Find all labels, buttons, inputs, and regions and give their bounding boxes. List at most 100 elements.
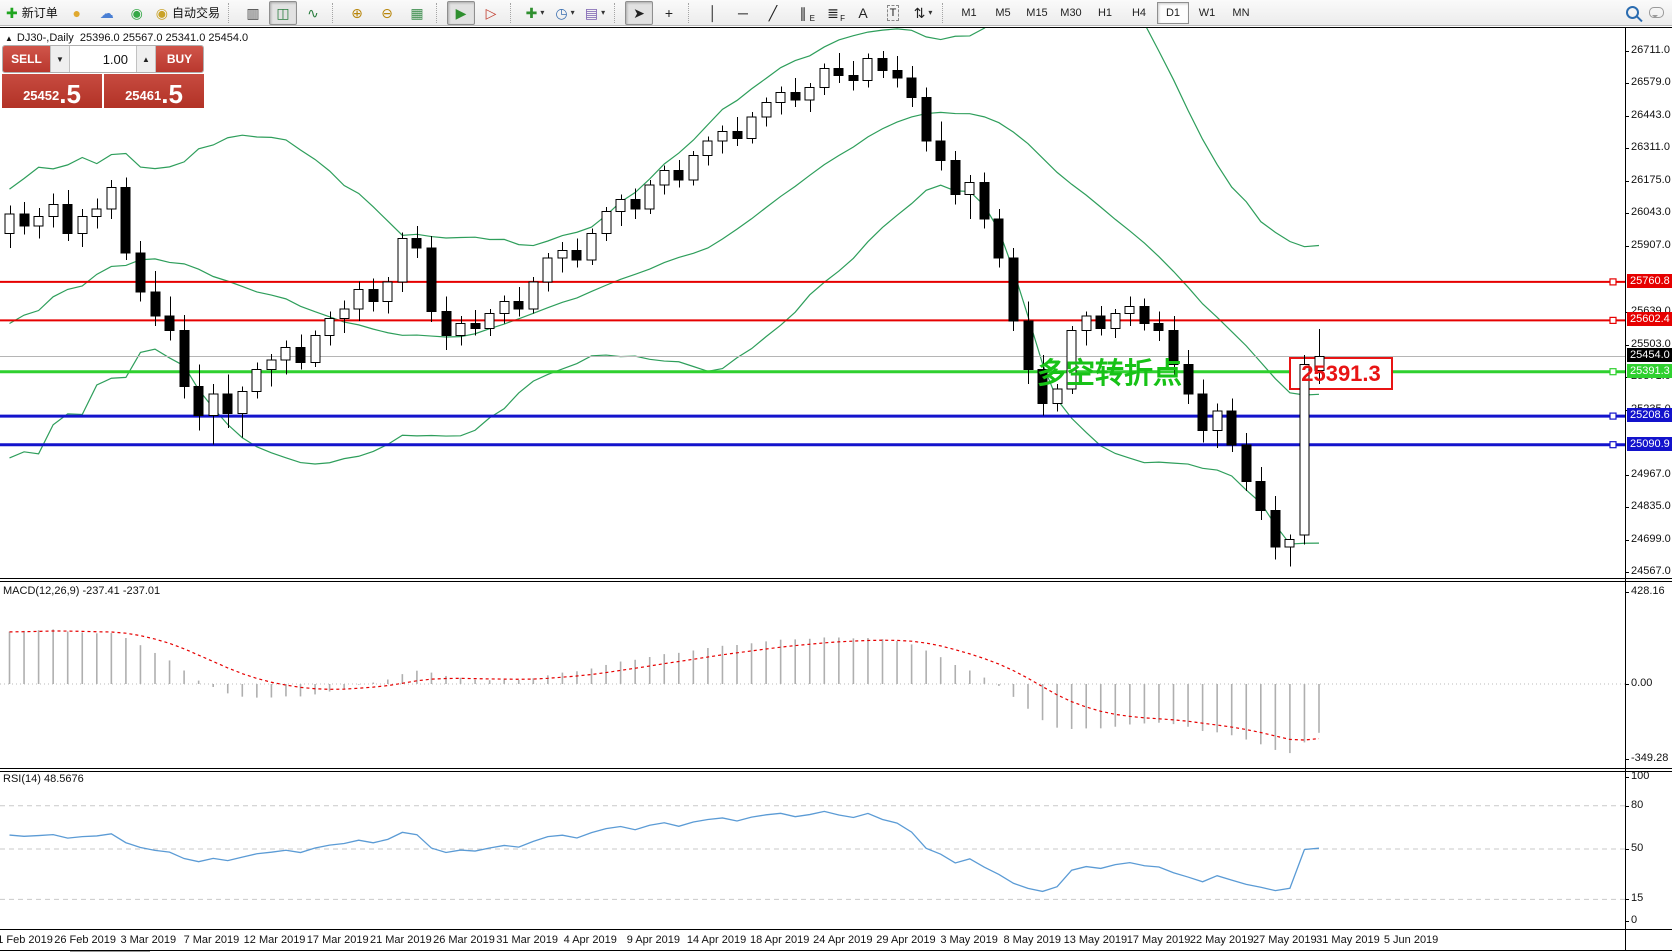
- candle-bullish[interactable]: [558, 251, 567, 258]
- candle-bearish[interactable]: [296, 348, 305, 363]
- volume-increase-button[interactable]: ▲: [136, 46, 156, 72]
- timeframe-d1[interactable]: D1: [1157, 2, 1189, 24]
- buy-button[interactable]: BUY: [156, 46, 203, 72]
- cursor-button[interactable]: ➤: [625, 1, 653, 25]
- candle-bullish[interactable]: [500, 302, 509, 314]
- candle-bearish[interactable]: [136, 253, 145, 292]
- candle-bearish[interactable]: [951, 161, 960, 195]
- candle-bearish[interactable]: [572, 251, 581, 261]
- candle-bearish[interactable]: [427, 248, 436, 311]
- candle-bearish[interactable]: [893, 71, 902, 78]
- candle-bearish[interactable]: [369, 289, 378, 301]
- candle-bullish[interactable]: [529, 282, 538, 309]
- line-chart-icon[interactable]: ∿: [299, 1, 327, 25]
- candle-bearish[interactable]: [631, 199, 640, 209]
- candle-bullish[interactable]: [107, 187, 116, 209]
- candle-bullish[interactable]: [762, 102, 771, 117]
- candle-bullish[interactable]: [587, 233, 596, 260]
- candle-bullish[interactable]: [689, 156, 698, 180]
- candle-bullish[interactable]: [78, 216, 87, 233]
- arrows-button[interactable]: ⇅▾: [909, 1, 937, 25]
- chart-shift-button[interactable]: ▷: [477, 1, 505, 25]
- candle-bullish[interactable]: [1285, 540, 1294, 547]
- candle-bullish[interactable]: [209, 394, 218, 416]
- candle-bullish[interactable]: [660, 170, 669, 185]
- candle-bearish[interactable]: [121, 187, 130, 253]
- candle-bearish[interactable]: [223, 394, 232, 413]
- candle-bullish[interactable]: [1213, 411, 1222, 430]
- dropdown-caret-icon[interactable]: ▾: [601, 8, 605, 17]
- candle-bullish[interactable]: [456, 323, 465, 335]
- collapse-icon[interactable]: ▲: [5, 34, 13, 43]
- sell-button[interactable]: SELL: [3, 46, 50, 72]
- candle-bearish[interactable]: [1256, 481, 1265, 510]
- candle-bearish[interactable]: [733, 131, 742, 138]
- candle-bearish[interactable]: [1154, 323, 1163, 330]
- timeframe-m30[interactable]: M30: [1055, 2, 1087, 24]
- candle-bearish[interactable]: [849, 76, 858, 81]
- volume-decrease-button[interactable]: ▼: [50, 46, 70, 72]
- candle-bearish[interactable]: [165, 316, 174, 331]
- candle-bearish[interactable]: [151, 292, 160, 316]
- candle-bearish[interactable]: [834, 68, 843, 75]
- tile-windows-icon[interactable]: ▦: [403, 1, 431, 25]
- fibonacci-button[interactable]: ≣F: [819, 1, 847, 25]
- candle-bullish[interactable]: [747, 117, 756, 139]
- search-icon[interactable]: [1626, 6, 1639, 19]
- gold-ingot-icon[interactable]: ●: [63, 1, 91, 25]
- candlestick-icon[interactable]: ◫: [269, 1, 297, 25]
- candle-bearish[interactable]: [471, 323, 480, 328]
- sell-quote[interactable]: 25452 .5: [2, 74, 102, 108]
- candle-bearish[interactable]: [1198, 394, 1207, 430]
- candle-bullish[interactable]: [340, 309, 349, 319]
- candle-bearish[interactable]: [1227, 411, 1236, 445]
- zoom-out-icon[interactable]: ⊖: [373, 1, 401, 25]
- candle-bearish[interactable]: [1242, 445, 1251, 481]
- candle-bullish[interactable]: [383, 282, 392, 301]
- candle-bearish[interactable]: [514, 302, 523, 309]
- candle-bullish[interactable]: [820, 68, 829, 87]
- candle-bullish[interactable]: [267, 360, 276, 370]
- text-button[interactable]: A: [849, 1, 877, 25]
- auto-scroll-button[interactable]: ▶: [447, 1, 475, 25]
- bar-chart-icon[interactable]: ▥: [239, 1, 267, 25]
- zoom-in-icon[interactable]: ⊕: [343, 1, 371, 25]
- timeframe-m1[interactable]: M1: [953, 2, 985, 24]
- timeframe-m15[interactable]: M15: [1021, 2, 1053, 24]
- candle-bullish[interactable]: [5, 214, 14, 233]
- trendline-button[interactable]: ╱: [759, 1, 787, 25]
- signal-icon[interactable]: ◉: [123, 1, 151, 25]
- new-order-button[interactable]: ✚新订单: [3, 1, 61, 25]
- candle-bearish[interactable]: [180, 331, 189, 387]
- community-icon[interactable]: ☁: [93, 1, 121, 25]
- timeframe-h4[interactable]: H4: [1123, 2, 1155, 24]
- equidistant-channel-button[interactable]: ∥E: [789, 1, 817, 25]
- candle-bullish[interactable]: [703, 141, 712, 156]
- dropdown-caret-icon[interactable]: ▾: [540, 8, 544, 17]
- candle-bearish[interactable]: [878, 59, 887, 71]
- crosshair-button[interactable]: +: [655, 1, 683, 25]
- pane-separator[interactable]: [0, 768, 1672, 769]
- candle-bearish[interactable]: [980, 182, 989, 218]
- candle-bearish[interactable]: [936, 141, 945, 160]
- candle-bearish[interactable]: [1184, 365, 1193, 394]
- timeframe-mn[interactable]: MN: [1225, 2, 1257, 24]
- pane-separator[interactable]: [0, 771, 1672, 772]
- chart-canvas[interactable]: 多空转折点25391.3: [0, 28, 1672, 950]
- autotrade-button[interactable]: ◉自动交易: [153, 1, 223, 25]
- candle-bullish[interactable]: [645, 185, 654, 209]
- candle-bullish[interactable]: [1082, 316, 1091, 331]
- candle-bullish[interactable]: [485, 314, 494, 329]
- periods-button[interactable]: ◷▾: [551, 1, 579, 25]
- candle-bearish[interactable]: [442, 311, 451, 335]
- candle-bearish[interactable]: [674, 170, 683, 180]
- candle-bearish[interactable]: [994, 219, 1003, 258]
- candle-bearish[interactable]: [194, 387, 203, 416]
- candle-bearish[interactable]: [1271, 511, 1280, 547]
- candle-bullish[interactable]: [616, 199, 625, 211]
- candle-bullish[interactable]: [238, 391, 247, 413]
- candle-bearish[interactable]: [1140, 306, 1149, 323]
- candle-bullish[interactable]: [776, 93, 785, 103]
- candle-bullish[interactable]: [354, 289, 363, 308]
- candle-bearish[interactable]: [1009, 258, 1018, 321]
